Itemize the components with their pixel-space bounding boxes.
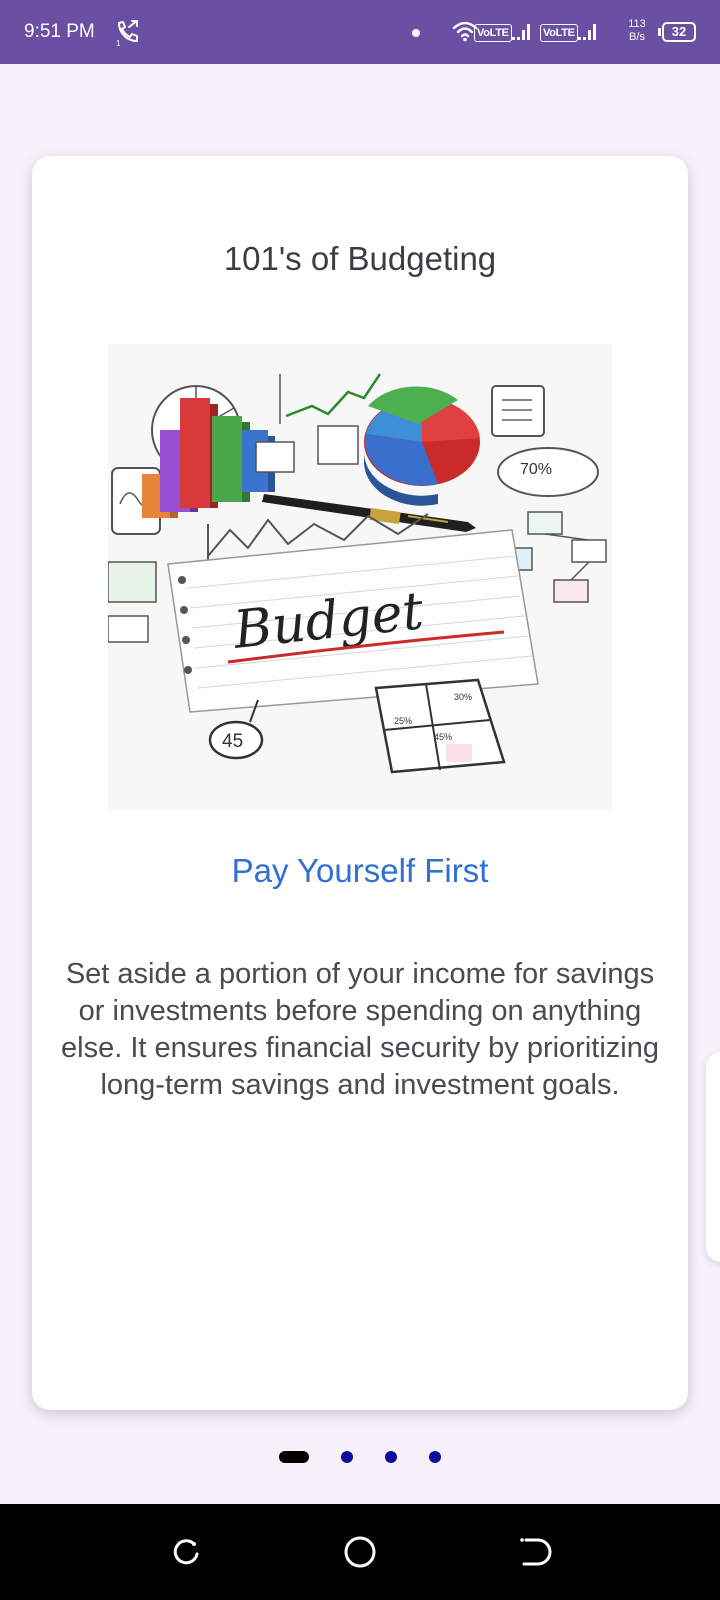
status-time: 9:51 PM	[24, 21, 95, 42]
signal-icon	[512, 24, 530, 40]
number-45-label: 45	[222, 731, 243, 752]
call-forward-icon: 1	[116, 20, 138, 46]
svg-text:1: 1	[116, 39, 121, 46]
home-icon[interactable]	[342, 1534, 378, 1570]
recents-icon[interactable]	[168, 1534, 204, 1570]
page-indicator	[0, 1446, 720, 1466]
pct-25-label: 25%	[394, 716, 412, 726]
signal-icon	[578, 24, 596, 40]
pct-30-label: 30%	[454, 692, 472, 702]
tip-card[interactable]: 101's of Budgeting 70% Budget 45 25% 30%…	[32, 156, 688, 1410]
tip-heading: Pay Yourself First	[231, 852, 489, 889]
page-indicator-dot[interactable]	[385, 1451, 397, 1463]
card-title: 101's of Budgeting	[223, 240, 497, 277]
network-speed-unit: B/s	[629, 31, 645, 43]
notification-dot-icon	[412, 29, 420, 37]
volte-badge-2: VoLTE	[540, 24, 578, 42]
battery-icon: 32	[658, 22, 696, 42]
status-bar: 9:51 PM 1 VoLTE VoLTE 113 B/s 32	[0, 0, 720, 64]
battery-level: 32	[662, 22, 696, 42]
back-icon[interactable]	[516, 1534, 552, 1570]
page-indicator-dot[interactable]	[429, 1451, 441, 1463]
next-card-peek[interactable]	[706, 1052, 720, 1262]
budget-illustration: 70% Budget 45 25% 30% 45%	[108, 344, 612, 810]
page-indicator-active[interactable]	[279, 1451, 309, 1463]
pct-70-label: 70%	[520, 461, 552, 478]
system-nav-bar	[0, 1504, 720, 1600]
page-indicator-dot[interactable]	[341, 1451, 353, 1463]
volte-badge-1: VoLTE	[474, 24, 512, 42]
network-speed: 113 B/s	[624, 18, 650, 44]
tip-description: Set aside a portion of your income for s…	[61, 958, 659, 1101]
network-speed-value: 113	[628, 18, 646, 30]
pct-45-label: 45%	[434, 732, 452, 742]
